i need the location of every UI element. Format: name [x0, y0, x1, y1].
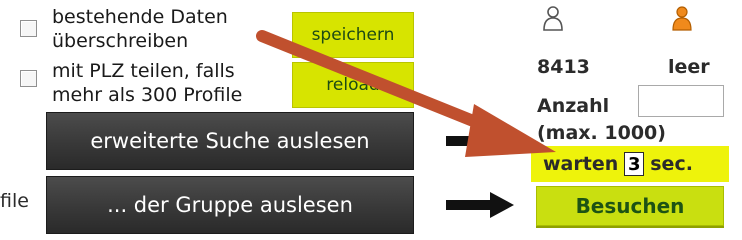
annotation-arrow — [256, 30, 556, 157]
